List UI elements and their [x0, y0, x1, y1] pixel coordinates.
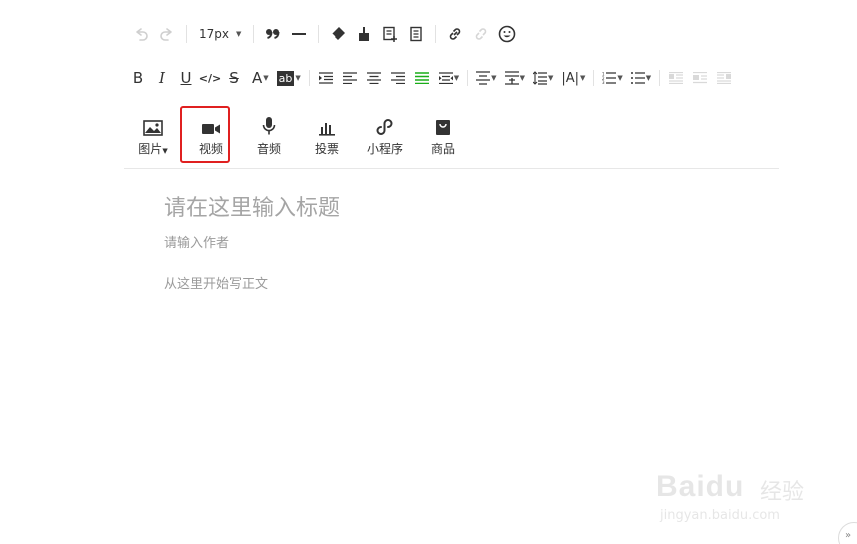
spacing-after-button[interactable]: ▼ — [501, 71, 529, 85]
toolbar-divider — [124, 168, 779, 169]
insert-toolbar: 图片▼ 视频 音频 投票 小程序 商品 — [124, 114, 472, 157]
align-justify-icon[interactable] — [410, 66, 434, 90]
insert-vote-label: 投票 — [314, 142, 339, 156]
toolbar-row-2: B I U </> S A ▼ ab ▼ ▼ ▼ ▼ ▼ |A| ▼ 1 2 3… — [126, 66, 736, 90]
bold-button[interactable]: B — [126, 66, 150, 90]
svg-text:3: 3 — [602, 80, 605, 84]
insert-audio-button[interactable]: 音频 — [240, 114, 298, 157]
underline-label: U — [180, 69, 192, 87]
editor-page: 17px ▼ B I U </> S A ▼ ab ▼ ▼ ▼ ▼ ▼ |A| … — [0, 0, 857, 544]
insert-miniprogram-button[interactable]: 小程序 — [356, 114, 414, 157]
insert-image-label: 图片 — [138, 142, 163, 156]
insert-product-button[interactable]: 商品 — [414, 114, 472, 157]
align-right-icon[interactable] — [386, 66, 410, 90]
italic-button[interactable]: I — [150, 66, 174, 90]
line-height-button[interactable]: ▼ — [529, 71, 557, 85]
body-editor[interactable]: 从这里开始写正文 — [164, 273, 268, 292]
author-input[interactable]: 请输入作者 — [164, 232, 229, 251]
separator — [318, 25, 320, 43]
link-icon[interactable] — [442, 22, 468, 46]
undo-icon[interactable] — [128, 22, 154, 46]
separator — [435, 25, 437, 43]
insert-vote-button[interactable]: 投票 — [298, 114, 356, 157]
unlink-icon[interactable] — [468, 22, 494, 46]
watermark-cn: 经验 — [760, 480, 805, 505]
ordered-list-button[interactable]: 123 ▼ — [598, 72, 626, 84]
strikethrough-button[interactable]: S — [222, 66, 246, 90]
separator — [659, 70, 661, 86]
insert-image-button[interactable]: 图片▼ — [124, 114, 182, 157]
code-button[interactable]: </> — [198, 66, 222, 90]
caret-down-icon: ▼ — [519, 74, 525, 82]
caret-down-icon: ▼ — [491, 74, 497, 82]
template-icon[interactable] — [377, 22, 403, 46]
watermark-url: jingyan.baidu.com — [660, 508, 780, 523]
align-center-icon[interactable] — [362, 66, 386, 90]
document-icon[interactable] — [403, 22, 429, 46]
insert-miniprogram-label: 小程序 — [366, 142, 403, 156]
redo-icon[interactable] — [154, 22, 180, 46]
title-input[interactable]: 请在这里输入标题 — [164, 190, 340, 222]
insert-audio-label: 音频 — [256, 142, 281, 156]
float-left-icon[interactable] — [664, 66, 688, 90]
emoji-icon[interactable] — [494, 22, 520, 46]
font-color-label: A — [252, 69, 263, 87]
italic-label: I — [159, 69, 165, 87]
code-label: </> — [198, 71, 222, 85]
strikethrough-label: S — [229, 69, 239, 87]
baidu-watermark: Baidu 经验 jingyan.baidu.com — [656, 452, 814, 523]
separator — [593, 70, 595, 86]
letter-spacing-button[interactable]: |A| ▼ — [557, 71, 589, 86]
separator — [253, 25, 255, 43]
microphone-icon — [262, 114, 276, 136]
font-size-select[interactable]: 17px ▼ — [193, 22, 247, 46]
font-size-value: 17px — [199, 27, 229, 41]
caret-down-icon: ▼ — [580, 74, 586, 82]
separator — [186, 25, 187, 43]
eraser-icon[interactable] — [325, 22, 351, 46]
blockquote-icon[interactable] — [260, 22, 286, 46]
float-center-icon[interactable] — [688, 66, 712, 90]
separator — [308, 70, 310, 86]
float-right-icon[interactable] — [712, 66, 736, 90]
image-icon — [143, 114, 163, 136]
caret-down-icon: ▼ — [453, 74, 460, 82]
format-painter-icon[interactable] — [351, 22, 377, 46]
horizontal-rule-icon[interactable] — [286, 22, 312, 46]
spacing-before-button[interactable]: ▼ — [472, 71, 500, 85]
separator — [467, 70, 469, 86]
indent-icon[interactable] — [314, 66, 338, 90]
bold-label: B — [132, 69, 144, 87]
caret-down-icon: ▼ — [236, 30, 242, 38]
insert-video-label: 视频 — [198, 142, 223, 156]
insert-product-label: 商品 — [430, 142, 455, 156]
caret-down-icon: ▼ — [617, 74, 623, 82]
watermark-brand: Baidu — [656, 470, 745, 503]
underline-button[interactable]: U — [174, 66, 198, 90]
align-left-icon[interactable] — [338, 66, 362, 90]
bg-color-button[interactable]: ab ▼ — [273, 70, 305, 86]
font-color-button[interactable]: A ▼ — [246, 69, 273, 87]
miniprogram-icon — [376, 114, 394, 136]
caret-down-icon: ▼ — [547, 74, 554, 82]
caret-down-icon: ▼ — [263, 74, 269, 82]
bar-chart-icon — [318, 114, 336, 136]
shopping-bag-icon — [435, 114, 451, 136]
caret-down-icon: ▼ — [645, 74, 652, 82]
caret-down-icon: ▼ — [295, 74, 301, 82]
letter-spacing-label: |A| — [561, 70, 579, 86]
align-distribute-button[interactable]: ▼ — [434, 72, 463, 84]
double-chevron-down-icon: » — [845, 530, 852, 541]
video-camera-icon — [201, 114, 221, 136]
unordered-list-button[interactable]: ▼ — [627, 72, 655, 84]
insert-video-button[interactable]: 视频 — [182, 114, 240, 157]
caret-down-icon: ▼ — [162, 147, 168, 155]
toolbar-row-1: 17px ▼ — [128, 22, 520, 46]
bg-color-label: ab — [276, 70, 295, 86]
